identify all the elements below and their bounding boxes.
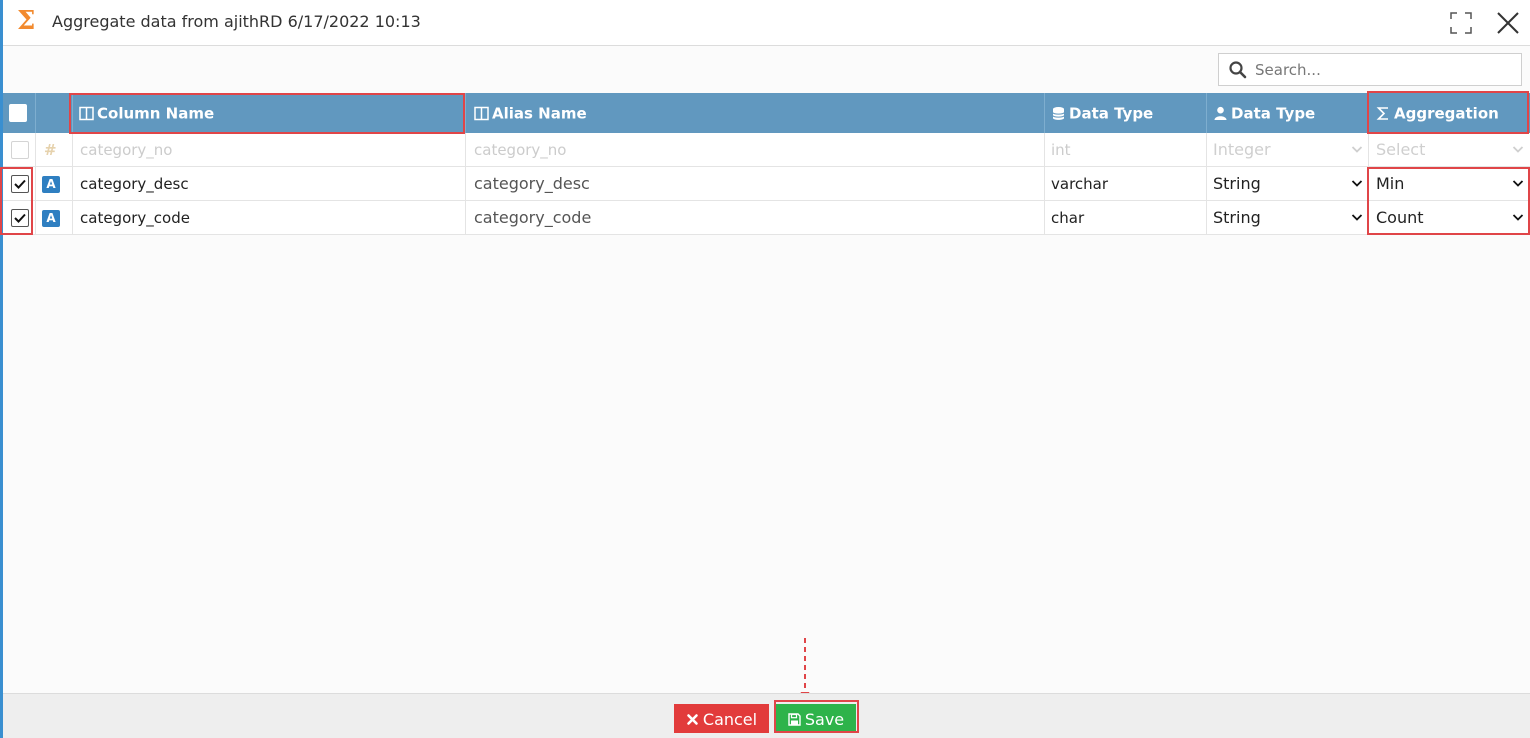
row-select-cell — [3, 201, 36, 235]
save-button[interactable]: Save — [776, 704, 856, 733]
column-name-cell: category_no — [73, 133, 466, 167]
db-datatype-cell: int — [1045, 133, 1207, 167]
search-box[interactable] — [1218, 53, 1522, 86]
datatype-select-cell: String — [1207, 201, 1369, 235]
chevron-down-icon — [1351, 180, 1363, 187]
aggregation-select-cell: Count — [1369, 201, 1530, 235]
datatype-select[interactable]: String — [1213, 205, 1365, 231]
row-type-cell: A — [36, 167, 73, 201]
number-type-icon: # — [44, 141, 57, 159]
header-aggregation[interactable]: Aggregation — [1369, 93, 1530, 133]
text-type-icon: A — [42, 210, 60, 227]
datatype-value: String — [1213, 174, 1261, 193]
datatype-select[interactable]: String — [1213, 171, 1365, 197]
alias-name-cell[interactable]: category_no — [466, 133, 1045, 167]
header-datatype[interactable]: Data Type — [1207, 93, 1369, 133]
header-column-name[interactable]: Column Name — [73, 93, 466, 133]
search-input[interactable] — [1255, 58, 1515, 82]
chevron-down-icon — [1351, 214, 1363, 221]
column-name-cell: category_code — [73, 201, 466, 235]
db-datatype-cell: char — [1045, 201, 1207, 235]
row-checkbox[interactable] — [11, 175, 29, 193]
header-db-datatype[interactable]: Data Type — [1045, 93, 1207, 133]
row-checkbox[interactable] — [11, 141, 29, 159]
datatype-select[interactable]: Integer — [1213, 137, 1365, 163]
header-alias-name[interactable]: Alias Name — [466, 93, 1045, 133]
row-type-cell: A — [36, 201, 73, 235]
sigma-icon — [1376, 106, 1391, 121]
row-select-cell — [3, 133, 36, 167]
close-icon — [686, 713, 699, 726]
floppy-disk-icon — [788, 713, 801, 726]
aggregation-value: Min — [1376, 174, 1405, 193]
aggregation-value: Select — [1376, 140, 1426, 159]
table-row: A category_code category_code char Strin… — [3, 201, 1530, 235]
maximize-icon[interactable] — [1446, 8, 1476, 38]
dialog-titlebar: Σ Aggregate data from ajithRD 6/17/2022 … — [3, 0, 1530, 46]
header-select-all-cell — [3, 93, 36, 133]
datatype-value: Integer — [1213, 140, 1271, 159]
database-icon — [1051, 106, 1066, 121]
grid-header: Column Name Alias Name Data Type Data Ty… — [3, 93, 1530, 133]
aggregation-select-cell: Min — [1369, 167, 1530, 201]
select-all-checkbox[interactable] — [9, 104, 27, 122]
close-icon[interactable] — [1493, 8, 1523, 38]
alias-name-cell[interactable]: category_desc — [466, 167, 1045, 201]
columns-icon — [474, 106, 489, 121]
aggregate-dialog: Σ Aggregate data from ajithRD 6/17/2022 … — [0, 0, 1530, 738]
columns-icon — [79, 106, 94, 121]
search-icon — [1229, 61, 1247, 79]
header-type-cell — [36, 93, 73, 133]
aggregation-select[interactable]: Select — [1376, 137, 1526, 163]
table-row: A category_desc category_desc varchar St… — [3, 167, 1530, 201]
db-datatype-cell: varchar — [1045, 167, 1207, 201]
aggregation-select-cell: Select — [1369, 133, 1530, 167]
checkmark-icon — [14, 179, 26, 189]
text-type-icon: A — [42, 176, 60, 193]
dialog-title: Aggregate data from ajithRD 6/17/2022 10… — [52, 12, 421, 31]
alias-name-cell[interactable]: category_code — [466, 201, 1045, 235]
aggregation-select[interactable]: Min — [1376, 171, 1526, 197]
datatype-value: String — [1213, 208, 1261, 227]
chevron-down-icon — [1512, 180, 1524, 187]
user-icon — [1213, 106, 1228, 121]
chevron-down-icon — [1512, 146, 1524, 153]
dialog-footer: Cancel Save — [3, 693, 1530, 738]
chevron-down-icon — [1351, 146, 1363, 153]
row-checkbox[interactable] — [11, 209, 29, 227]
aggregation-value: Count — [1376, 208, 1424, 227]
aggregation-select[interactable]: Count — [1376, 205, 1526, 231]
datatype-select-cell: String — [1207, 167, 1369, 201]
row-type-cell: # — [36, 133, 73, 167]
column-name-cell: category_desc — [73, 167, 466, 201]
sigma-icon: Σ — [17, 6, 36, 36]
checkmark-icon — [14, 213, 26, 223]
datatype-select-cell: Integer — [1207, 133, 1369, 167]
table-row: # category_no category_no int Integer Se… — [3, 133, 1530, 167]
row-select-cell — [3, 167, 36, 201]
chevron-down-icon — [1512, 214, 1524, 221]
cancel-button[interactable]: Cancel — [674, 704, 769, 733]
